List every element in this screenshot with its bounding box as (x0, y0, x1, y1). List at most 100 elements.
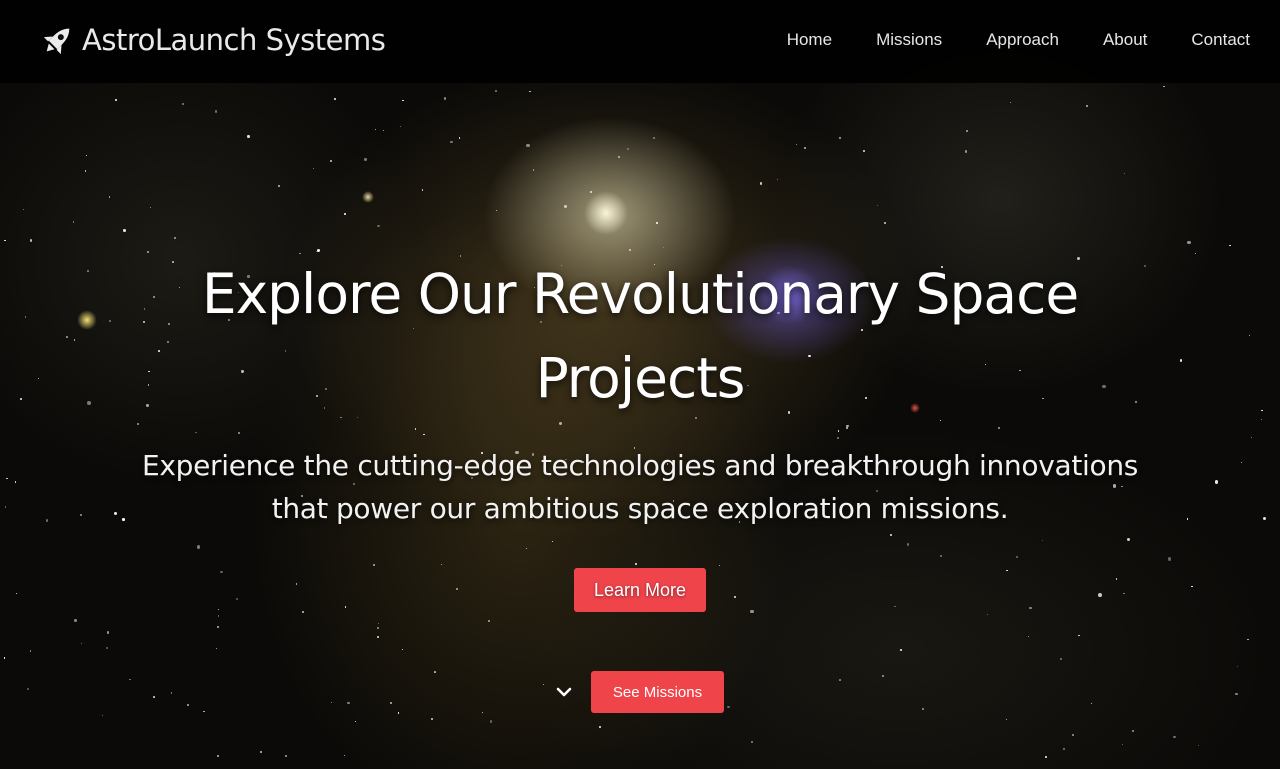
star (894, 605, 896, 608)
star (334, 97, 336, 100)
star (559, 422, 563, 426)
main-nav: Home Missions Approach About Contact (787, 30, 1250, 50)
star (1198, 744, 1200, 746)
star (108, 195, 111, 198)
star (377, 224, 380, 228)
star (215, 648, 217, 650)
star (285, 754, 288, 757)
star (444, 97, 447, 100)
star (186, 703, 189, 706)
star (302, 610, 305, 613)
star (900, 648, 903, 652)
star (278, 184, 281, 187)
star (105, 646, 109, 650)
nav-link-contact[interactable]: Contact (1191, 30, 1250, 50)
chevron-down-icon[interactable] (554, 682, 574, 702)
star (153, 696, 156, 698)
learn-more-button[interactable]: Learn More (574, 568, 706, 612)
star (16, 592, 18, 594)
star (85, 154, 88, 157)
star (964, 150, 968, 153)
star (433, 671, 436, 674)
star (1123, 172, 1126, 174)
star (1060, 658, 1062, 661)
star (719, 565, 721, 567)
star (532, 169, 535, 171)
star (3, 657, 6, 659)
star (863, 149, 866, 152)
star (1241, 462, 1243, 464)
star (542, 684, 545, 686)
star (313, 167, 315, 169)
nav-link-about[interactable]: About (1103, 30, 1147, 50)
star (27, 687, 30, 690)
star (734, 596, 737, 599)
star (551, 540, 554, 543)
star (1115, 578, 1118, 580)
star (6, 477, 8, 479)
star (376, 635, 379, 638)
star (295, 583, 298, 585)
star (760, 182, 763, 185)
star (1085, 104, 1089, 107)
brand-name: AstroLaunch Systems (82, 23, 386, 57)
star (804, 147, 806, 149)
star (24, 316, 27, 318)
nav-link-home[interactable]: Home (787, 30, 832, 50)
star (750, 609, 754, 614)
star (837, 436, 839, 439)
star (80, 642, 82, 644)
star (1042, 540, 1044, 542)
star (1097, 593, 1102, 598)
star (1247, 638, 1249, 641)
star (217, 615, 219, 617)
star (397, 712, 399, 714)
star (846, 427, 848, 429)
star (218, 608, 220, 610)
star (1263, 516, 1267, 521)
star (490, 720, 493, 723)
star (590, 191, 592, 193)
star (374, 128, 377, 131)
star (482, 712, 484, 714)
star (401, 99, 404, 102)
star (629, 248, 632, 251)
navbar: AstroLaunch Systems Home Missions Approa… (0, 0, 1280, 83)
rocket-icon (43, 28, 70, 55)
star (46, 519, 49, 522)
star (876, 205, 879, 207)
star (599, 726, 602, 728)
nav-link-approach[interactable]: Approach (986, 30, 1059, 50)
hero-title: Explore Our Revolutionary Space Projects (201, 262, 1079, 410)
star (330, 159, 333, 162)
star (181, 102, 184, 105)
star (383, 130, 385, 132)
star (170, 692, 173, 695)
star (449, 140, 453, 144)
star (215, 110, 218, 113)
star (1062, 747, 1066, 751)
star (73, 619, 77, 623)
star (84, 169, 87, 172)
brand-logo-link[interactable]: AstroLaunch Systems (40, 22, 386, 58)
star (330, 701, 332, 704)
star (839, 679, 841, 681)
see-missions-button[interactable]: See Missions (591, 671, 724, 713)
star (939, 555, 942, 558)
star (890, 534, 893, 537)
star (1163, 85, 1165, 87)
star (86, 270, 89, 273)
star (1126, 537, 1130, 541)
nav-link-missions[interactable]: Missions (876, 30, 942, 50)
star (114, 99, 117, 102)
star (1251, 437, 1253, 439)
star (440, 563, 442, 565)
star (921, 707, 924, 710)
star (195, 431, 197, 434)
star (38, 378, 40, 380)
star (455, 588, 458, 591)
hero-subtitle: Experience the cutting-edge technologies… (141, 449, 1139, 525)
star (259, 750, 263, 753)
star (217, 755, 219, 757)
star (525, 143, 530, 148)
